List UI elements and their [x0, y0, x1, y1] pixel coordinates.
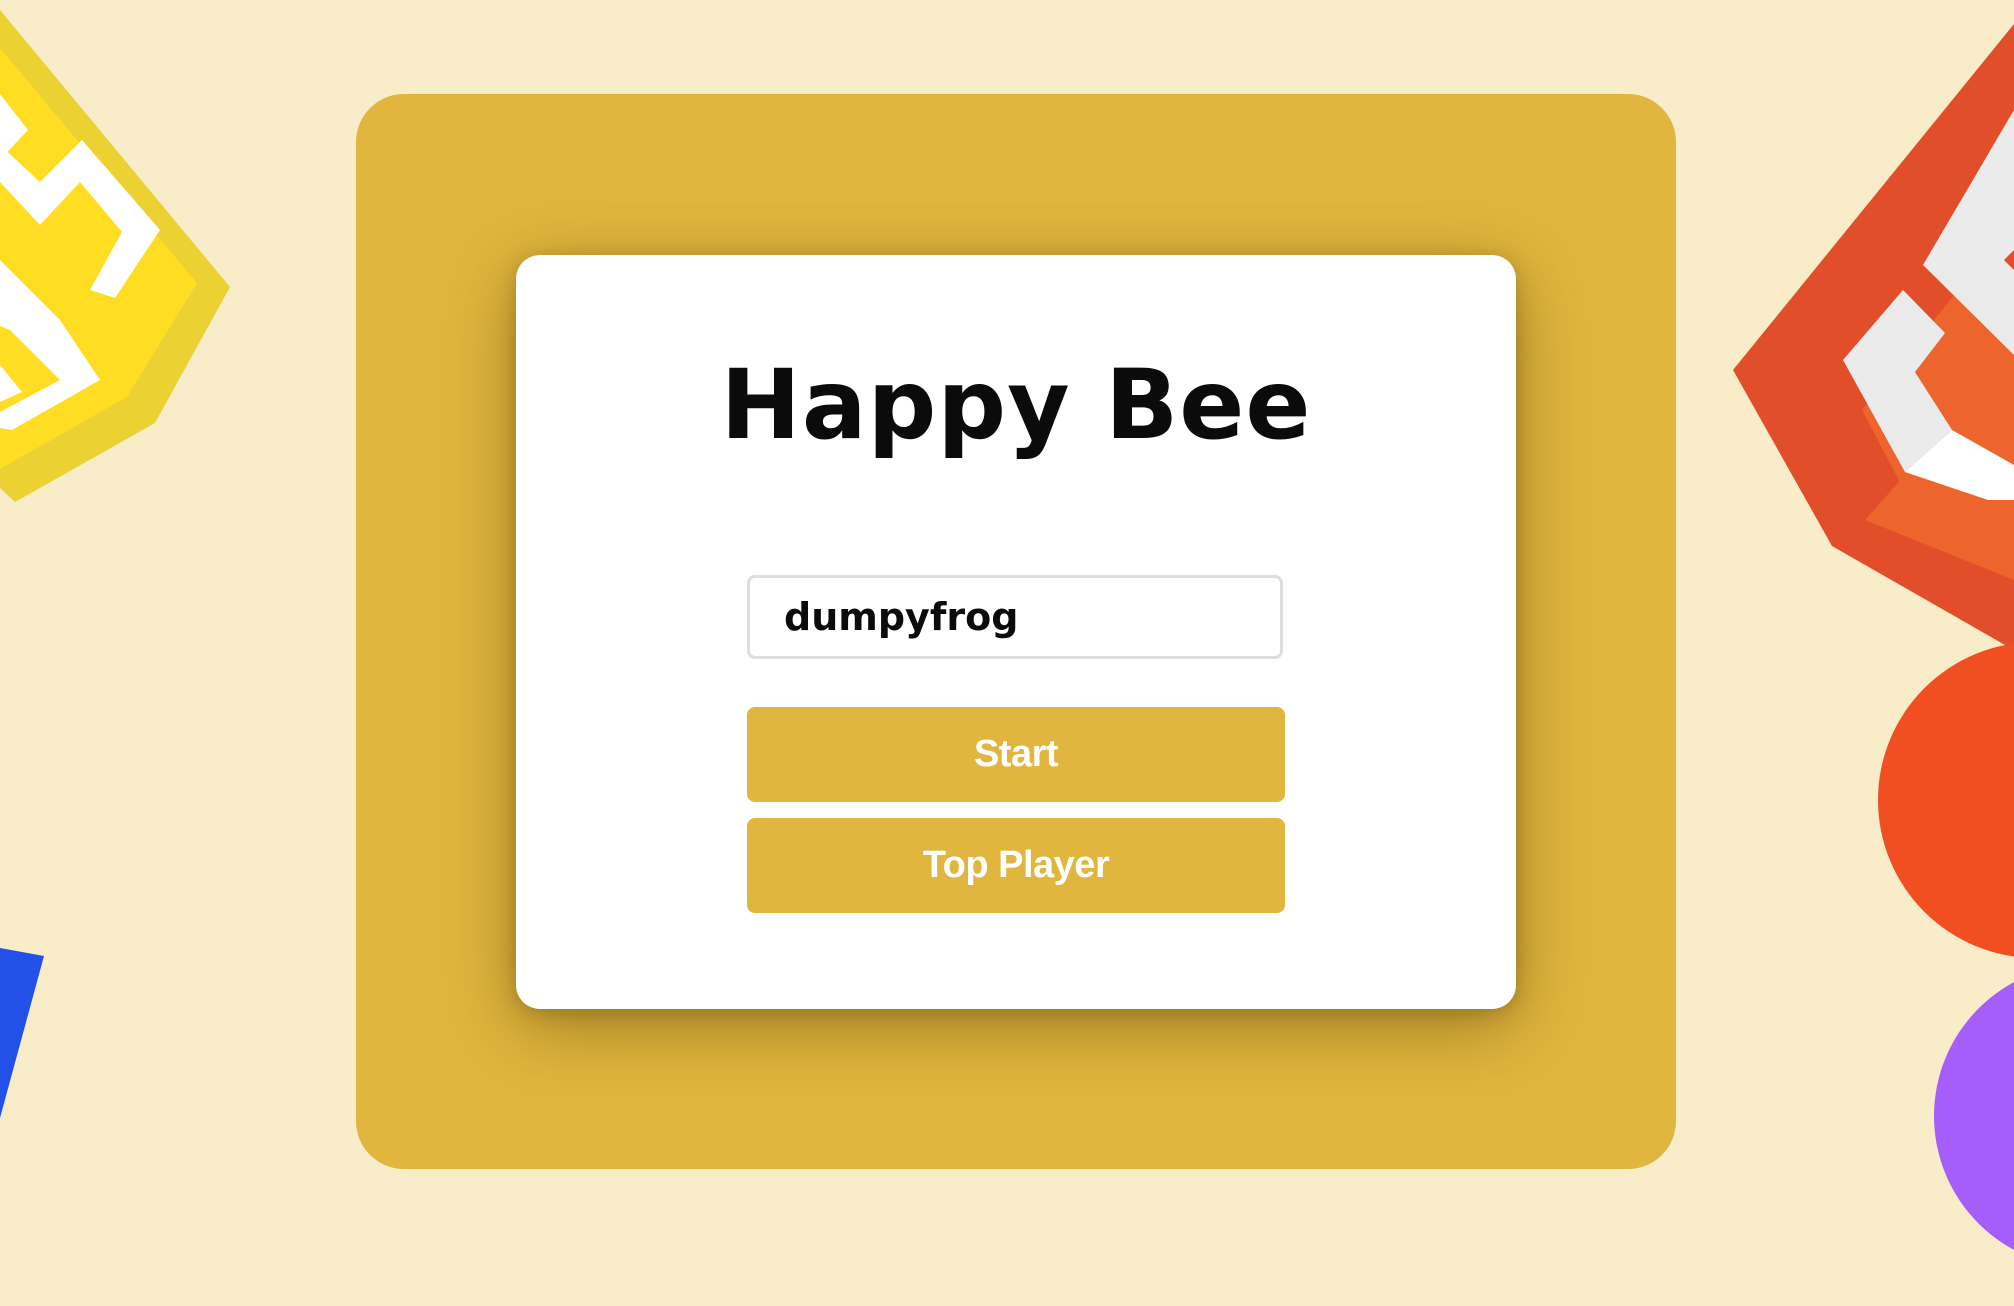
purple-circle — [1934, 982, 2014, 1250]
game-title: Happy Bee — [720, 349, 1312, 461]
username-input[interactable] — [747, 575, 1283, 659]
top-player-button[interactable]: Top Player — [747, 818, 1285, 913]
start-button[interactable]: Start — [747, 707, 1285, 802]
blue-shape — [0, 948, 44, 1118]
orange-circle — [1878, 643, 2014, 957]
orange-diamond-maze-icon — [1733, 24, 2014, 645]
